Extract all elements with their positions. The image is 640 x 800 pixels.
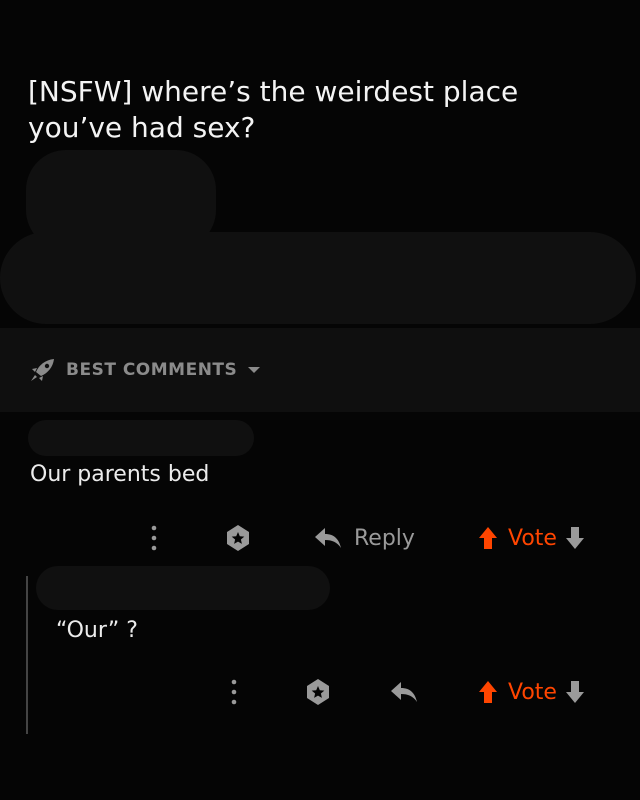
vote-control: Vote — [478, 518, 585, 558]
award-icon — [304, 678, 332, 706]
downvote-arrow-icon[interactable] — [565, 526, 585, 550]
post-title: [NSFW] where’s the weirdest place you’ve… — [28, 75, 519, 144]
sort-dropdown[interactable]: BEST COMMENTS — [30, 354, 261, 386]
comment-body: Our parents bed — [30, 462, 210, 487]
more-options-button[interactable] — [226, 672, 242, 712]
sort-bar: BEST COMMENTS — [0, 328, 640, 412]
reply-arrow-icon — [390, 681, 418, 703]
more-options-button[interactable] — [146, 518, 162, 558]
vote-label: Vote — [508, 679, 557, 705]
more-vertical-icon — [231, 679, 237, 705]
chevron-down-icon — [247, 365, 261, 375]
vote-control: Vote — [478, 672, 585, 712]
award-button[interactable] — [304, 672, 332, 712]
redacted-block — [0, 232, 636, 324]
upvote-arrow-icon[interactable] — [478, 526, 498, 550]
reply-button[interactable]: Reply — [314, 518, 415, 558]
sort-label: BEST COMMENTS — [66, 360, 238, 380]
redacted-username — [36, 566, 330, 610]
reply-button[interactable] — [390, 672, 418, 712]
upvote-arrow-icon[interactable] — [478, 680, 498, 704]
reply-arrow-icon — [314, 527, 342, 549]
redacted-username — [28, 420, 254, 456]
reply-label: Reply — [354, 525, 415, 551]
award-button[interactable] — [224, 518, 252, 558]
reply-actions: Vote — [0, 672, 640, 712]
reply-body: “Our” ? — [56, 618, 138, 643]
award-icon — [224, 524, 252, 552]
app-screen: [NSFW] where’s the weirdest place you’ve… — [0, 0, 640, 800]
rocket-icon — [30, 358, 56, 382]
vote-label: Vote — [508, 525, 557, 551]
comment-actions: Reply Vote — [0, 518, 640, 558]
downvote-arrow-icon[interactable] — [565, 680, 585, 704]
more-vertical-icon — [151, 525, 157, 551]
